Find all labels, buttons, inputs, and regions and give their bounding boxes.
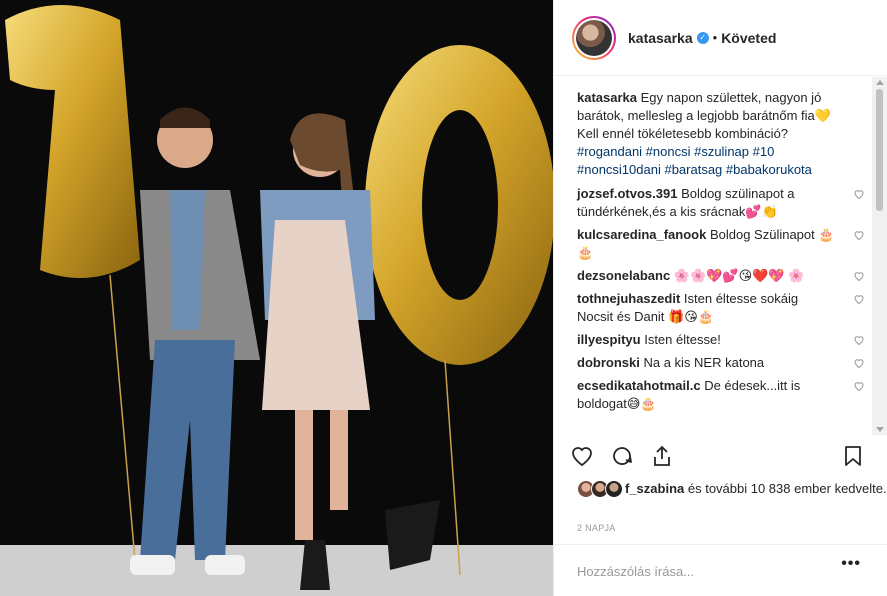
share-icon[interactable] (650, 444, 674, 468)
photo-illustration (0, 0, 553, 596)
follow-status-button[interactable]: Követed (721, 30, 776, 46)
like-comment-heart-icon[interactable] (853, 380, 865, 392)
comment-username[interactable]: tothnejuhaszedit (577, 291, 680, 306)
scroll-down-arrow-icon[interactable] (876, 427, 884, 432)
liker-avatars (577, 480, 623, 498)
avatar-frame (574, 17, 614, 58)
liker-avatar (605, 480, 623, 498)
comment-username[interactable]: ecsedikatahotmail.c (577, 378, 701, 393)
save-bookmark-icon[interactable] (841, 444, 865, 468)
comment-item: kulcsaredina_fanook Boldog Szülinapot 🎂🎂 (577, 226, 867, 262)
scroll-thumb[interactable] (876, 89, 883, 211)
comment-username[interactable]: kulcsaredina_fanook (577, 227, 706, 242)
like-comment-heart-icon[interactable] (853, 357, 865, 369)
author-avatar[interactable] (572, 15, 616, 60)
caption-username[interactable]: katasarka (577, 90, 637, 105)
comment-item: jozsef.otvos.391 Boldog szülinapot a tün… (577, 185, 867, 221)
post-photo[interactable] (0, 0, 553, 596)
comment-username[interactable]: dezsonelabanc (577, 268, 670, 283)
comment-text: Isten éltesse! (644, 332, 721, 347)
comment-username[interactable]: jozsef.otvos.391 (577, 186, 677, 201)
comment-text: 🌸🌸💖💕😘❤️💖 🌸 (673, 268, 805, 283)
post-side-panel: katasarka ✓ • Követed katasarka Egy napo… (553, 0, 887, 596)
author-username[interactable]: katasarka (628, 30, 693, 46)
likes-count-text: és további 10 838 ember kedvelte. (684, 481, 887, 496)
post-caption: katasarka Egy napon születtek, nagyon jó… (577, 89, 842, 179)
comment-item: ecsedikatahotmail.c De édesek...itt is b… (577, 377, 867, 413)
like-comment-heart-icon[interactable] (853, 188, 865, 200)
comment-item: dezsonelabanc 🌸🌸💖💕😘❤️💖 🌸 (577, 267, 867, 285)
caption-hashtags[interactable]: #rogandani #noncsi #szulinap #10 #noncsi… (577, 144, 812, 177)
header-separator: • (712, 30, 718, 45)
like-comment-heart-icon[interactable] (853, 270, 865, 282)
comment-item: tothnejuhaszedit Isten éltesse sokáig No… (577, 290, 867, 326)
post-header: katasarka ✓ • Követed (554, 0, 887, 76)
likes-username[interactable]: f_szabina (625, 481, 684, 496)
post-timestamp[interactable]: 2 NAPJA (577, 523, 616, 533)
avatar-image (576, 19, 612, 56)
post-actions (570, 444, 674, 468)
like-comment-heart-icon[interactable] (853, 229, 865, 241)
likes-text[interactable]: f_szabina és további 10 838 ember kedvel… (625, 480, 887, 498)
comment-username[interactable]: illyespityu (577, 332, 641, 347)
comment-bubble-icon[interactable] (610, 444, 634, 468)
comments-scrollbar[interactable] (872, 77, 887, 435)
likes-summary: f_szabina és további 10 838 ember kedvel… (577, 480, 887, 498)
add-comment-input[interactable]: Hozzászólás írása... (554, 544, 887, 596)
comment-item: dobronski Na a kis NER katona (577, 354, 867, 372)
scroll-up-arrow-icon[interactable] (876, 80, 884, 85)
like-comment-heart-icon[interactable] (853, 293, 865, 305)
like-heart-icon[interactable] (570, 444, 594, 468)
comment-item: illyespityu Isten éltesse! (577, 331, 867, 349)
comment-text: Na a kis NER katona (643, 355, 765, 370)
like-comment-heart-icon[interactable] (853, 334, 865, 346)
comments-list[interactable]: katasarka Egy napon születtek, nagyon jó… (554, 77, 887, 435)
comment-username[interactable]: dobronski (577, 355, 640, 370)
more-options-icon[interactable]: ••• (841, 555, 861, 573)
verified-badge-icon: ✓ (696, 31, 709, 44)
